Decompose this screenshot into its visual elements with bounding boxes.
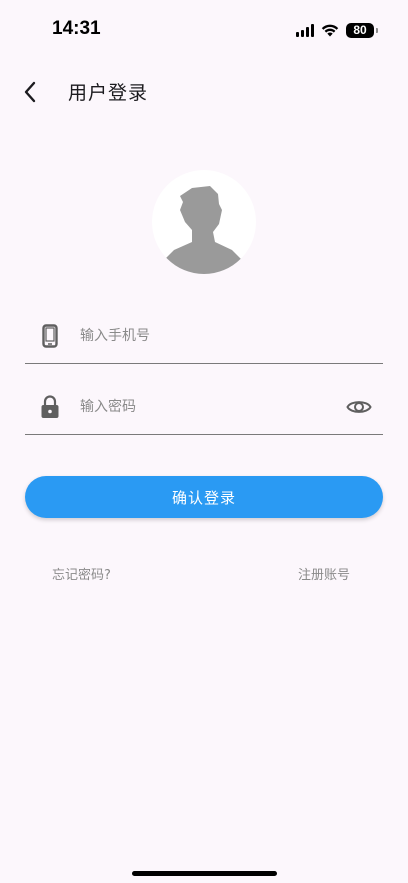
wifi-icon: [321, 24, 339, 37]
eye-icon: [346, 401, 372, 413]
register-account-link[interactable]: 注册账号: [298, 564, 350, 583]
confirm-login-button[interactable]: 确认登录: [25, 476, 383, 518]
lock-icon: [39, 395, 61, 419]
status-time: 14:31: [52, 18, 101, 39]
password-visibility-toggle[interactable]: [345, 395, 373, 419]
status-icons: 80: [296, 20, 378, 40]
app-bar: 用户登录: [0, 64, 408, 120]
phone-input[interactable]: [80, 316, 330, 356]
forgot-password-link[interactable]: 忘记密码?: [52, 564, 111, 583]
signal-icon: [296, 23, 314, 37]
back-arrow-icon: [24, 81, 36, 103]
avatar: [152, 170, 256, 274]
avatar-silhouette-icon: [162, 186, 244, 274]
phone-field: [25, 308, 383, 364]
phone-icon: [39, 324, 61, 348]
password-input[interactable]: [80, 387, 330, 427]
home-indicator[interactable]: [132, 871, 277, 876]
status-bar: 14:31 80: [0, 0, 408, 60]
back-button[interactable]: [14, 76, 46, 108]
password-field: [25, 379, 383, 435]
battery-icon: 80: [346, 22, 378, 38]
page-title: 用户登录: [68, 82, 149, 104]
